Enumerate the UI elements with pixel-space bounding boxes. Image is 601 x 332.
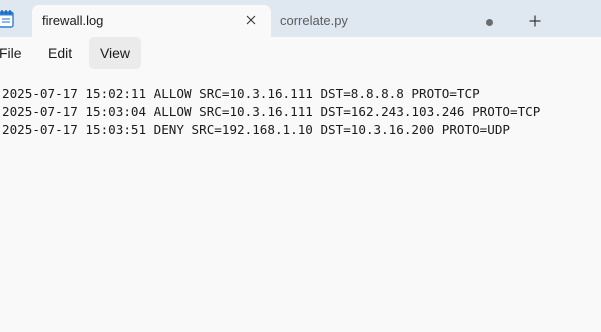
tab-firewall-log[interactable]: firewall.log (32, 5, 271, 37)
plus-icon[interactable] (524, 10, 546, 32)
tab-label: firewall.log (42, 13, 104, 28)
notepad-icon (0, 9, 15, 28)
log-line: 2025-07-17 15:03:51 DENY SRC=192.168.1.1… (2, 122, 510, 137)
log-line: 2025-07-17 15:03:04 ALLOW SRC=10.3.16.11… (2, 104, 541, 119)
close-icon[interactable] (241, 10, 261, 30)
menu-bar: File Edit View (0, 37, 601, 71)
menu-edit[interactable]: Edit (48, 37, 78, 69)
notepad-window: firewall.log correlate.py File Edit View… (0, 0, 601, 332)
unsaved-dot-icon (486, 19, 493, 26)
log-line: 2025-07-17 15:02:11 ALLOW SRC=10.3.16.11… (2, 86, 480, 101)
menu-view[interactable]: View (89, 37, 141, 69)
tab-correlate-py[interactable]: correlate.py (271, 5, 511, 37)
tab-label: correlate.py (280, 13, 348, 28)
tab-bar: firewall.log correlate.py (0, 0, 601, 37)
menu-file[interactable]: File (0, 37, 27, 69)
text-editor[interactable]: 2025-07-17 15:02:11 ALLOW SRC=10.3.16.11… (0, 71, 601, 332)
